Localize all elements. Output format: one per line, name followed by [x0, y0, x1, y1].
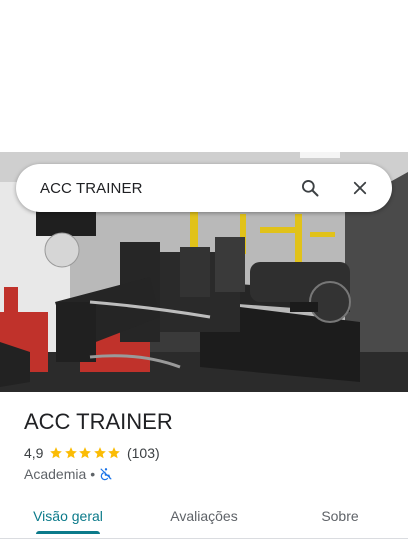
tab-overview[interactable]: Visão geral — [0, 496, 136, 536]
search-bar[interactable]: ACC TRAINER — [16, 164, 392, 212]
search-icon — [302, 180, 319, 197]
close-icon — [353, 181, 367, 195]
tab-about-label: Sobre — [321, 508, 359, 524]
tab-reviews[interactable]: Avaliações — [136, 496, 272, 536]
clear-search-button[interactable] — [342, 170, 378, 206]
not-wheelchair-accessible-icon[interactable] — [99, 467, 113, 481]
tab-about[interactable]: Sobre — [272, 496, 408, 536]
place-page: ACC TRAINER ACC TRAINER 4,9 (103) Academ… — [0, 0, 408, 544]
star-icon — [65, 447, 77, 459]
star-icon — [94, 447, 106, 459]
rating-row[interactable]: 4,9 (103) — [24, 444, 160, 462]
place-tabs: Visão geral Avaliações Sobre — [0, 496, 408, 536]
star-icon — [50, 447, 63, 459]
separator-dot: • — [90, 466, 96, 482]
review-count: (103) — [126, 445, 160, 461]
category-row: Academia • — [24, 465, 113, 483]
search-input[interactable]: ACC TRAINER — [40, 180, 292, 197]
star-rating — [49, 446, 122, 460]
tab-overview-label: Visão geral — [33, 508, 103, 524]
place-title: ACC TRAINER — [24, 409, 173, 434]
place-category: Academia — [24, 466, 87, 482]
star-icon — [108, 447, 121, 459]
tabs-divider — [0, 538, 408, 539]
rating-value: 4,9 — [24, 445, 44, 461]
tab-reviews-label: Avaliações — [170, 508, 238, 524]
star-icon — [79, 447, 92, 459]
search-button[interactable] — [292, 170, 328, 206]
